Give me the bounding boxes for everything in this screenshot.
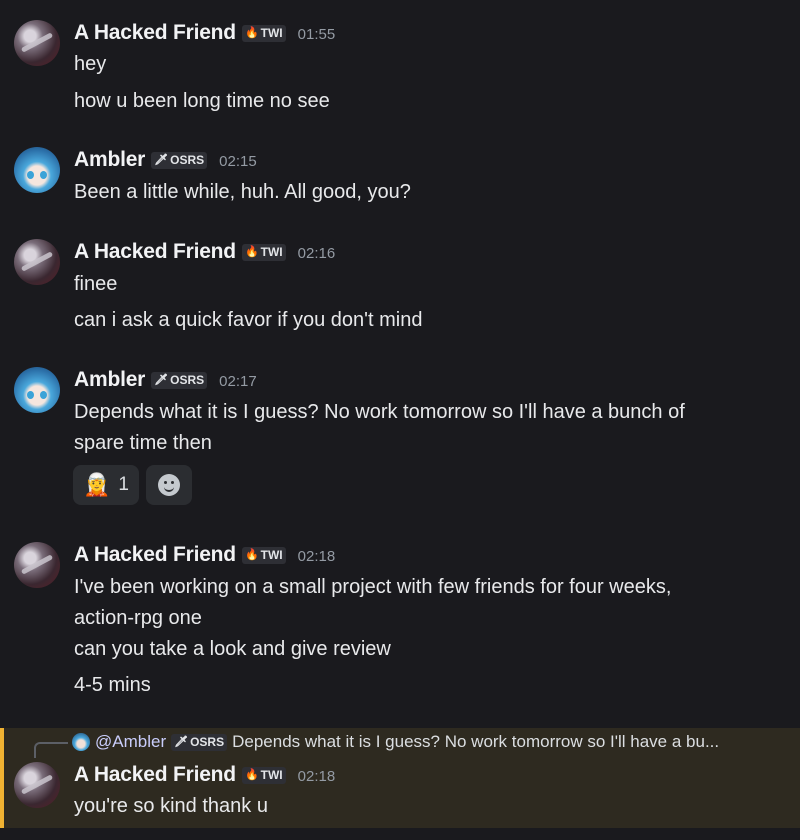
person-emoji-icon: 🧝 bbox=[83, 472, 111, 497]
avatar[interactable] bbox=[14, 20, 60, 66]
sword-icon: 🗡 bbox=[174, 735, 189, 748]
flame-icon: 🔥 bbox=[244, 27, 259, 39]
reply-text[interactable]: Depends what it is I guess? No work tomo… bbox=[232, 732, 719, 752]
author-name[interactable]: Ambler bbox=[74, 148, 145, 172]
reply-connector bbox=[34, 742, 68, 758]
author-name[interactable]: A Hacked Friend bbox=[74, 240, 236, 264]
message-header: A Hacked Friend 🔥 TWI 02:16 bbox=[74, 240, 335, 264]
message-text: hey bbox=[74, 53, 107, 75]
reply-mention[interactable]: @Ambler bbox=[95, 732, 166, 752]
message-header: Ambler 🗡 OSRS 02:17 bbox=[74, 368, 257, 392]
flame-icon: 🔥 bbox=[244, 549, 259, 561]
avatar[interactable] bbox=[14, 147, 60, 193]
message-text: I've been working on a small project wit… bbox=[74, 576, 672, 598]
message-text: spare time then bbox=[74, 432, 212, 454]
author-name[interactable]: A Hacked Friend bbox=[74, 763, 236, 787]
reactions-bar: 🧝 1 bbox=[73, 465, 192, 505]
smiley-icon bbox=[157, 474, 180, 496]
message-text: can you take a look and give review bbox=[74, 638, 391, 660]
avatar[interactable] bbox=[14, 367, 60, 413]
message-header: Ambler 🗡 OSRS 02:15 bbox=[74, 148, 257, 172]
message-text: Been a little while, huh. All good, you? bbox=[74, 181, 411, 203]
message-text: Depends what it is I guess? No work tomo… bbox=[74, 401, 685, 423]
reaction-button[interactable]: 🧝 1 bbox=[73, 465, 139, 505]
avatar[interactable] bbox=[14, 542, 60, 588]
message-text: action-rpg one bbox=[74, 607, 202, 629]
guild-tag[interactable]: 🔥 TWI bbox=[241, 25, 286, 42]
message-text: how u been long time no see bbox=[74, 90, 330, 112]
timestamp[interactable]: 02:15 bbox=[219, 153, 257, 170]
avatar[interactable] bbox=[14, 239, 60, 285]
author-name[interactable]: A Hacked Friend bbox=[74, 21, 236, 45]
message-header: A Hacked Friend 🔥 TWI 01:55 bbox=[74, 21, 335, 45]
author-name[interactable]: A Hacked Friend bbox=[74, 543, 236, 567]
timestamp[interactable]: 02:16 bbox=[298, 245, 336, 262]
message-text: finee bbox=[74, 273, 118, 295]
flame-icon: 🔥 bbox=[244, 246, 259, 258]
reaction-count: 1 bbox=[118, 474, 129, 495]
guild-tag[interactable]: 🗡 OSRS bbox=[151, 372, 208, 389]
message-header: A Hacked Friend 🔥 TWI 02:18 bbox=[74, 763, 335, 787]
timestamp[interactable]: 01:55 bbox=[298, 26, 336, 43]
sword-icon: 🗡 bbox=[154, 154, 169, 166]
flame-icon: 🔥 bbox=[244, 769, 259, 781]
guild-tag[interactable]: 🔥 TWI bbox=[241, 767, 286, 784]
add-reaction-button[interactable] bbox=[145, 465, 192, 505]
message-text: can i ask a quick favor if you don't min… bbox=[74, 309, 423, 331]
author-name[interactable]: Ambler bbox=[74, 368, 145, 392]
reply-avatar bbox=[72, 733, 90, 751]
timestamp[interactable]: 02:18 bbox=[298, 548, 336, 565]
guild-tag[interactable]: 🗡 OSRS bbox=[151, 152, 208, 169]
avatar[interactable] bbox=[14, 762, 60, 808]
message-text: 4-5 mins bbox=[74, 674, 151, 696]
guild-tag[interactable]: 🗡 OSRS bbox=[171, 733, 228, 751]
reply-preview[interactable]: @Ambler 🗡 OSRS Depends what it is I guess… bbox=[72, 732, 719, 752]
guild-tag[interactable]: 🔥 TWI bbox=[241, 244, 286, 261]
timestamp[interactable]: 02:18 bbox=[298, 768, 336, 785]
message-text: you're so kind thank u bbox=[74, 795, 268, 817]
timestamp[interactable]: 02:17 bbox=[219, 373, 257, 390]
guild-tag[interactable]: 🔥 TWI bbox=[241, 547, 286, 564]
sword-icon: 🗡 bbox=[154, 374, 169, 386]
message-header: A Hacked Friend 🔥 TWI 02:18 bbox=[74, 543, 335, 567]
